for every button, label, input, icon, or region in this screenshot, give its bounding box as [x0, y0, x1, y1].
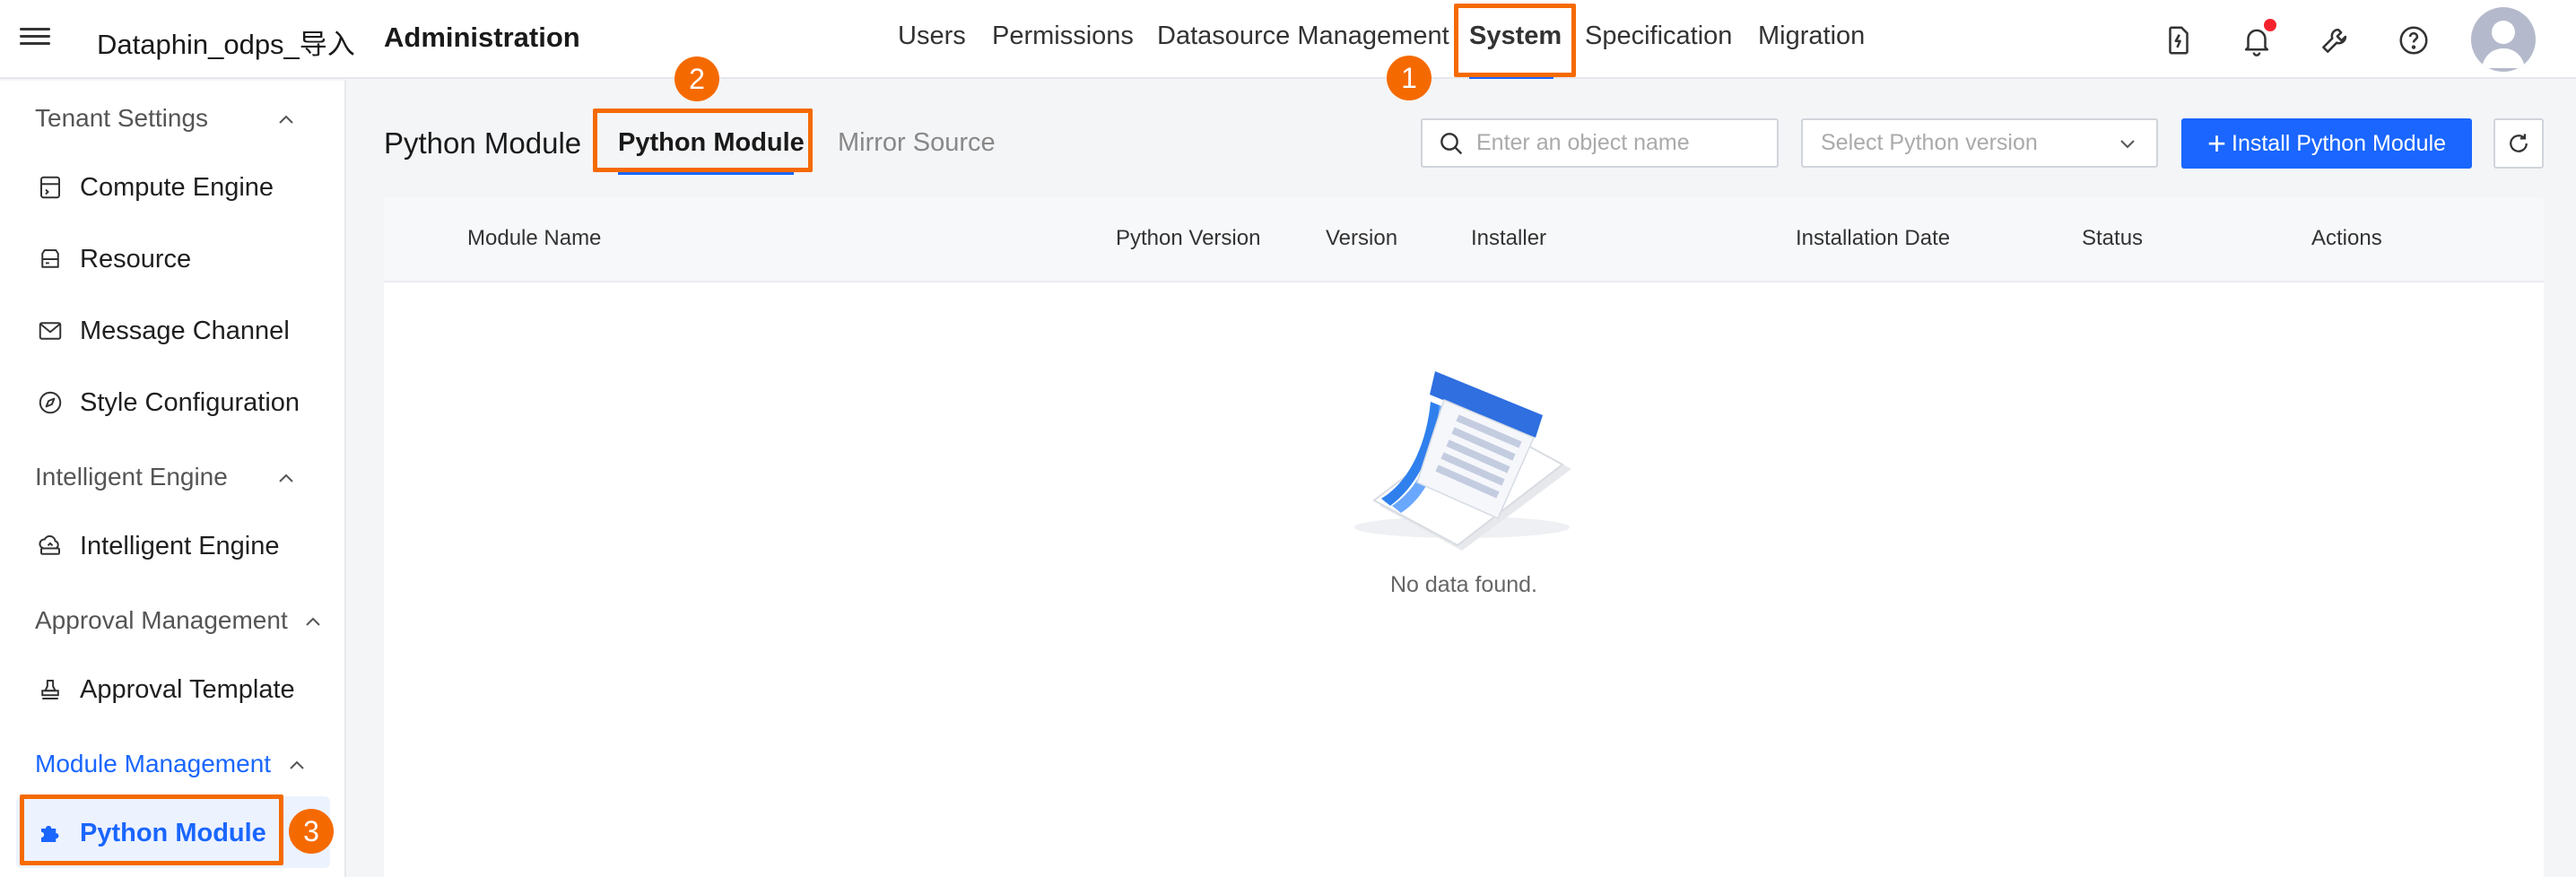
column-header[interactable]: Installation Date	[1796, 226, 1950, 251]
sidebar-item-message-channel[interactable]: Message Channel	[35, 316, 290, 346]
chevron-up-icon[interactable]	[275, 468, 297, 490]
table-header: Module Name Python Version Version Insta…	[384, 197, 2544, 282]
chevron-down-icon	[2120, 140, 2135, 149]
sidebar-group-approval-management[interactable]: Approval Management	[35, 606, 288, 635]
plus-icon: +	[2206, 125, 2226, 161]
sidebar-item-compute-engine[interactable]: Compute Engine	[35, 172, 274, 203]
column-header[interactable]: Python Version	[1116, 226, 1260, 251]
nav-users[interactable]: Users	[898, 22, 966, 51]
page-title: Python Module	[384, 126, 582, 160]
step-badge-3: 3	[289, 809, 334, 854]
notification-dot	[2264, 19, 2276, 31]
search-input[interactable]	[1476, 130, 1763, 156]
sidebar-item-label: Intelligent Engine	[80, 531, 280, 560]
search-box	[1421, 118, 1779, 168]
sidebar-item-label: Compute Engine	[80, 172, 274, 202]
step-badge-1: 1	[1387, 56, 1432, 100]
nav-datasource-management[interactable]: Datasource Management	[1157, 22, 1449, 51]
refresh-button[interactable]	[2493, 118, 2544, 169]
sidebar-item-resource[interactable]: Resource	[35, 244, 191, 274]
highlight-box-python-module-item	[20, 795, 283, 865]
python-module-table: Module Name Python Version Version Insta…	[384, 197, 2544, 877]
sidebar: Tenant Settings Compute Engine Resource …	[0, 81, 346, 877]
user-avatar[interactable]	[2471, 7, 2536, 72]
top-header: Dataphin_odps_导入 Administration Users Pe…	[0, 0, 2576, 79]
refresh-icon	[2510, 134, 2528, 152]
sidebar-item-label: Style Configuration	[80, 387, 300, 417]
wrench-icon[interactable]	[2318, 23, 2352, 57]
column-header[interactable]: Version	[1326, 226, 1397, 251]
sidebar-group-tenant-settings[interactable]: Tenant Settings	[35, 104, 208, 133]
sidebar-item-label: Approval Template	[80, 674, 295, 704]
column-header[interactable]: Module Name	[467, 226, 601, 251]
column-header[interactable]: Status	[2082, 226, 2143, 251]
compute-engine-icon	[35, 172, 65, 203]
menu-icon[interactable]	[20, 23, 50, 54]
empty-state-text: No data found.	[1389, 572, 1537, 597]
step-badge-2: 2	[674, 56, 719, 101]
section-title: Administration	[384, 22, 580, 53]
sidebar-item-intelligent-engine[interactable]: Intelligent Engine	[35, 531, 280, 561]
mail-icon	[35, 316, 65, 346]
cloud-engine-icon	[35, 531, 65, 561]
sidebar-group-module-management[interactable]: Module Management	[35, 750, 271, 778]
chevron-up-icon[interactable]	[275, 109, 297, 131]
chevron-up-icon[interactable]	[302, 612, 324, 633]
python-version-select[interactable]: Select Python version	[1801, 118, 2158, 168]
column-header[interactable]: Installer	[1471, 226, 1546, 251]
stamp-icon	[35, 674, 65, 705]
sidebar-item-label: Message Channel	[80, 316, 290, 345]
highlight-box-system	[1454, 4, 1576, 77]
button-label: Install Python Module	[2232, 130, 2447, 156]
select-placeholder: Select Python version	[1821, 130, 2038, 155]
flash-doc-icon[interactable]	[2162, 23, 2196, 57]
sidebar-item-label: Resource	[80, 244, 192, 274]
app-name[interactable]: Dataphin_odps_导入	[97, 22, 355, 62]
nav-permissions[interactable]: Permissions	[992, 22, 1134, 51]
nav-migration[interactable]: Migration	[1758, 22, 1865, 51]
tab-mirror-source[interactable]: Mirror Source	[838, 128, 996, 158]
sidebar-group-intelligent-engine[interactable]: Intelligent Engine	[35, 463, 228, 491]
resource-icon	[35, 244, 65, 274]
help-icon[interactable]	[2397, 23, 2431, 57]
nav-specification[interactable]: Specification	[1585, 22, 1732, 51]
compass-icon	[35, 387, 65, 418]
chevron-up-icon[interactable]	[286, 755, 308, 777]
highlight-box-python-module-tab	[593, 109, 813, 172]
empty-document-icon	[1354, 371, 1571, 551]
sidebar-item-style-configuration[interactable]: Style Configuration	[35, 387, 300, 418]
install-python-module-button[interactable]: + Install Python Module	[2181, 118, 2472, 169]
search-icon	[1440, 132, 1463, 154]
column-header[interactable]: Actions	[2311, 226, 2382, 251]
sidebar-item-approval-template[interactable]: Approval Template	[35, 674, 295, 705]
